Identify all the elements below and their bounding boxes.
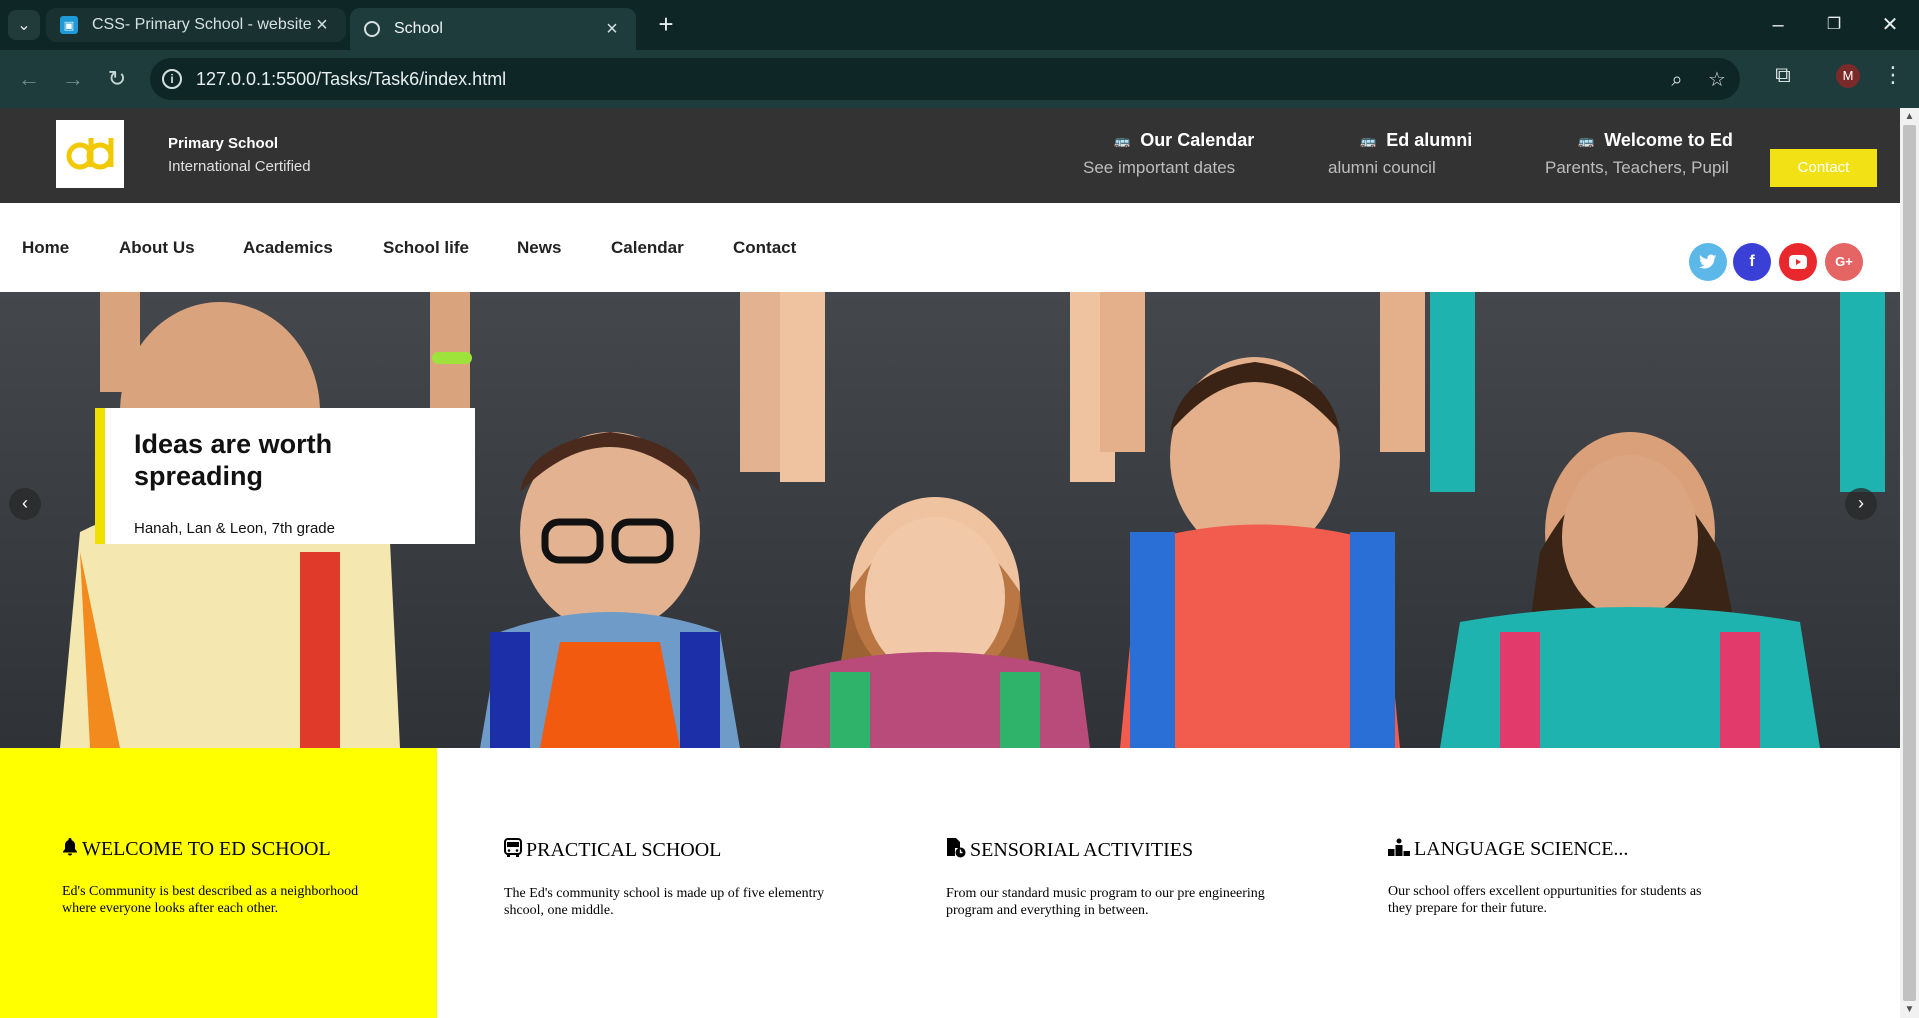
- tab-title: CSS- Primary School - website: [92, 16, 312, 33]
- bus-icon: 🚌: [1360, 132, 1377, 148]
- browser-tab-inactive[interactable]: ▣ CSS- Primary School - website ×: [46, 8, 346, 42]
- nav-news[interactable]: News: [517, 203, 561, 292]
- browser-toolbar: ← → ↻ i 127.0.0.1:5500/Tasks/Task6/index…: [0, 50, 1919, 108]
- page-viewport: Primary School International Certified 🚌…: [0, 108, 1900, 1018]
- feature-text: The Ed's community school is made up of …: [504, 886, 825, 918]
- bookmark-star-icon[interactable]: ☆: [1705, 68, 1729, 92]
- scroll-up-icon[interactable]: ▲: [1900, 108, 1919, 125]
- reload-icon[interactable]: ↻: [102, 64, 132, 94]
- school-logo[interactable]: [56, 120, 124, 188]
- scroll-down-icon[interactable]: ▼: [1900, 1001, 1919, 1018]
- hero-subtitle: Hanah, Lan & Leon, 7th grade: [134, 520, 335, 537]
- extensions-icon[interactable]: ⧉: [1769, 62, 1797, 90]
- browser-tab-active[interactable]: School ×: [350, 8, 636, 50]
- slider-prev-icon[interactable]: ‹: [9, 488, 41, 520]
- minimize-icon[interactable]: –: [1758, 10, 1798, 40]
- nav-about-us[interactable]: About Us: [119, 203, 195, 292]
- nav-calendar[interactable]: Calendar: [611, 203, 684, 292]
- brand-subtitle: International Certified: [168, 158, 311, 175]
- profile-avatar[interactable]: M: [1836, 64, 1860, 88]
- address-bar[interactable]: i 127.0.0.1:5500/Tasks/Task6/index.html …: [150, 58, 1740, 100]
- tab-title: School: [394, 20, 443, 37]
- info-subtitle: alumni council: [1328, 158, 1436, 177]
- browser-tab-bar: ⌄ ▣ CSS- Primary School - website × Scho…: [0, 0, 1919, 50]
- classroom-favicon-icon: ▣: [60, 16, 78, 34]
- feature-title: LANGUAGE SCIENCE...: [1414, 838, 1629, 860]
- hero-caption: Ideas are worth spreading Hanah, Lan & L…: [95, 408, 475, 544]
- info-title: Welcome to Ed: [1604, 130, 1733, 150]
- zoom-icon[interactable]: ⌕: [1665, 68, 1689, 92]
- features-section: WELCOME TO ED SCHOOL Ed's Community is b…: [0, 748, 1900, 1018]
- info-title: Our Calendar: [1140, 130, 1255, 150]
- close-tab-icon[interactable]: ×: [602, 19, 622, 39]
- hero-title: Ideas are worth spreading: [134, 429, 333, 491]
- feature-title: SENSORIAL ACTIVITIES: [970, 839, 1194, 861]
- top-info-bar: Primary School International Certified 🚌…: [0, 108, 1900, 203]
- bus-icon: [504, 838, 522, 863]
- new-tab-button[interactable]: +: [652, 11, 680, 39]
- info-subtitle: Parents, Teachers, Pupil: [1545, 158, 1729, 177]
- twitter-icon[interactable]: [1689, 243, 1727, 281]
- info-welcome[interactable]: 🚌 Welcome to Ed Parents, Teachers, Pupil: [1545, 130, 1733, 178]
- tab-search-button[interactable]: ⌄: [8, 10, 40, 40]
- file-clock-icon: [946, 838, 966, 863]
- nav-academics[interactable]: Academics: [243, 203, 333, 292]
- scroll-thumb[interactable]: [1903, 125, 1916, 1001]
- browser-menu-icon[interactable]: ⋮: [1882, 62, 1904, 92]
- nav-contact[interactable]: Contact: [733, 203, 796, 292]
- page-scrollbar[interactable]: ▲ ▼: [1900, 108, 1919, 1018]
- globe-icon: [364, 21, 380, 37]
- bus-icon: 🚌: [1578, 132, 1595, 148]
- feature-title: PRACTICAL SCHOOL: [526, 839, 722, 861]
- nav-home[interactable]: Home: [22, 203, 69, 292]
- feature-text: Ed's Community is best described as a ne…: [62, 884, 359, 916]
- feature-practical: PRACTICAL SCHOOL The Ed's community scho…: [504, 838, 834, 919]
- chevron-down-icon: ⌄: [17, 17, 31, 34]
- close-tab-icon[interactable]: ×: [312, 15, 332, 35]
- bell-icon: [62, 838, 78, 861]
- forward-icon[interactable]: →: [58, 64, 88, 94]
- hero-slider: Ideas are worth spreading Hanah, Lan & L…: [0, 292, 1900, 748]
- info-alumni[interactable]: 🚌 Ed alumni alumni council: [1328, 130, 1472, 178]
- google-plus-icon[interactable]: G+: [1825, 243, 1863, 281]
- back-icon[interactable]: ←: [14, 64, 44, 94]
- feature-title: WELCOME TO ED SCHOOL: [82, 838, 331, 860]
- info-calendar[interactable]: 🚌 Our Calendar See important dates: [1083, 130, 1254, 178]
- bus-icon: 🚌: [1114, 132, 1131, 148]
- brand-name: Primary School: [168, 135, 279, 152]
- feature-sensorial: SENSORIAL ACTIVITIES From our standard m…: [946, 838, 1276, 919]
- feature-welcome: WELCOME TO ED SCHOOL Ed's Community is b…: [62, 838, 392, 917]
- youtube-icon[interactable]: [1779, 243, 1817, 281]
- contact-button[interactable]: Contact: [1770, 149, 1877, 187]
- feature-language: LANGUAGE SCIENCE... Our school offers ex…: [1388, 838, 1718, 917]
- info-title: Ed alumni: [1386, 130, 1473, 150]
- nav-school-life[interactable]: School life: [383, 203, 469, 292]
- podium-icon: [1388, 838, 1410, 861]
- logo-mark-icon: [66, 138, 114, 170]
- facebook-icon[interactable]: f: [1733, 243, 1771, 281]
- close-window-icon[interactable]: ✕: [1870, 10, 1910, 40]
- main-navigation: Home About Us Academics School life News…: [0, 203, 1900, 292]
- slider-next-icon[interactable]: ›: [1845, 488, 1877, 520]
- info-subtitle: See important dates: [1083, 158, 1236, 177]
- feature-text: From our standard music program to our p…: [946, 886, 1265, 918]
- url-text[interactable]: 127.0.0.1:5500/Tasks/Task6/index.html: [150, 58, 506, 100]
- restore-icon[interactable]: ❐: [1814, 10, 1854, 40]
- feature-text: Our school offers excellent oppurtunitie…: [1388, 884, 1702, 916]
